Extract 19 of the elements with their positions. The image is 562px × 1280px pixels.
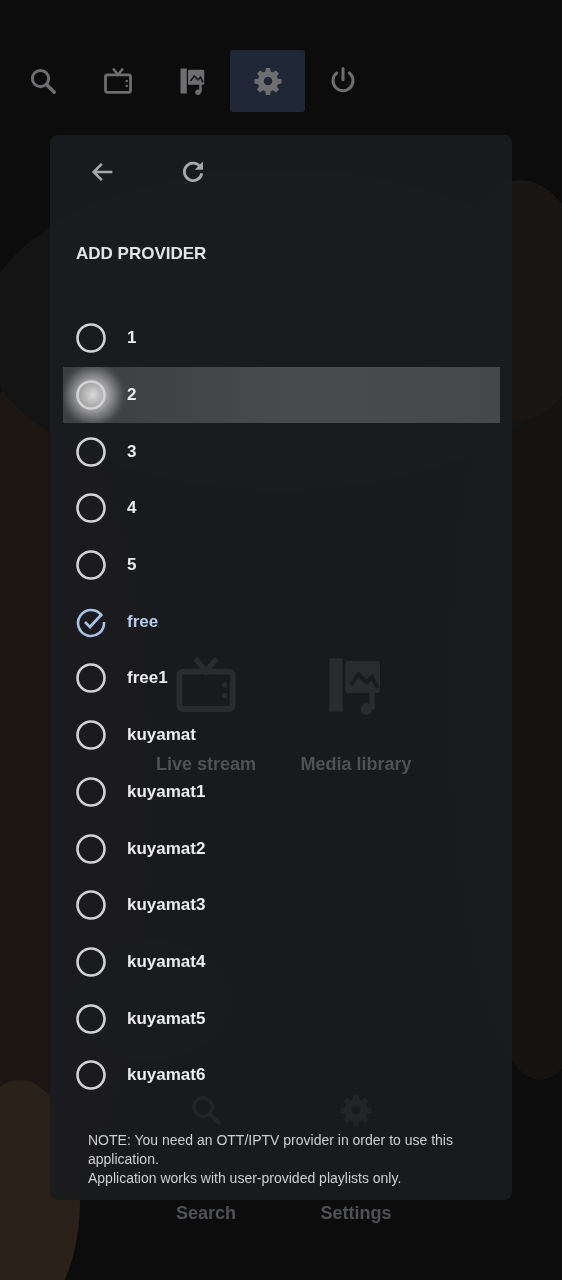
tile-label: Settings <box>320 1202 392 1224</box>
provider-option[interactable]: kuyamat5 <box>63 1002 500 1035</box>
note-text: Application works with user-provided playlists only. <box>88 1168 403 1188</box>
provider-option[interactable]: 5 <box>63 549 500 582</box>
note-text: NOTE: You need an OTT/IPTV provider in order to use this application. <box>88 1130 454 1169</box>
provider-option[interactable]: kuyamat1 <box>63 775 500 808</box>
provider-option[interactable]: free <box>63 605 500 638</box>
provider-option[interactable]: kuyamat3 <box>63 889 500 922</box>
provider-option[interactable]: kuyamat2 <box>63 832 500 865</box>
dialog-title: ADD PROVIDER <box>76 244 208 264</box>
provider-option[interactable]: kuyamat <box>63 719 500 752</box>
provider-option[interactable]: kuyamat4 <box>63 945 500 978</box>
provider-option[interactable]: 3 <box>63 435 500 468</box>
provider-option[interactable]: 1 <box>63 322 500 355</box>
provider-option[interactable]: kuyamat6 <box>63 1059 500 1092</box>
provider-option[interactable]: 4 <box>63 492 500 525</box>
provider-option[interactable]: 2 <box>63 366 500 424</box>
tile-label: Search <box>175 1202 236 1224</box>
provider-option[interactable]: free1 <box>63 662 500 695</box>
